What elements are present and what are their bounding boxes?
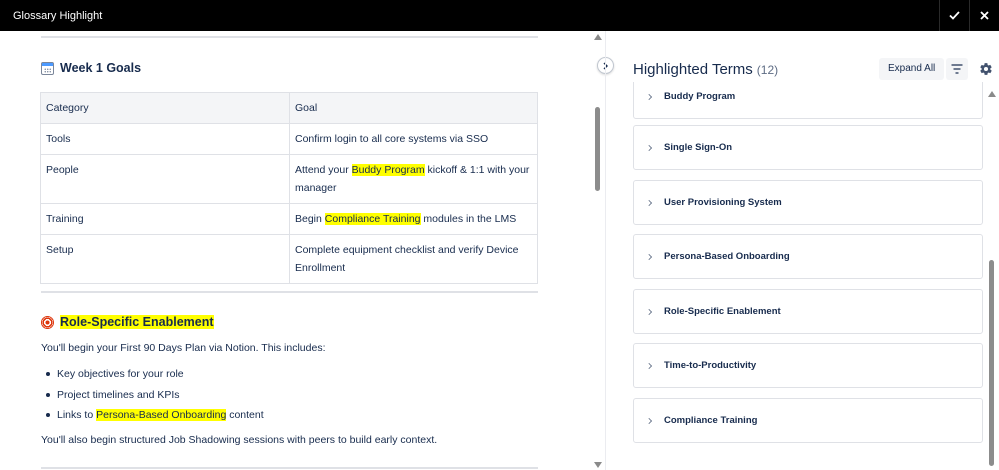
term-item[interactable]: Compliance Training: [633, 398, 983, 443]
term-item[interactable]: Time-to-Productivity: [633, 343, 983, 388]
highlighted-term[interactable]: Persona-Based Onboarding: [96, 409, 227, 421]
term-item[interactable]: Role-Specific Enablement: [633, 289, 983, 334]
term-label: Buddy Program: [664, 91, 736, 102]
check-icon: [949, 11, 960, 20]
list-item: Key objectives for your role: [46, 366, 264, 387]
category-cell: Training: [40, 203, 290, 235]
table-row: Tools Confirm login to all core systems …: [40, 123, 538, 155]
divider: [41, 467, 538, 469]
window-title: Glossary Highlight: [13, 9, 103, 22]
bullet-list: Key objectives for your role Project tim…: [46, 366, 264, 428]
role-intro: You'll begin your First 90 Days Plan via…: [41, 342, 326, 354]
term-item[interactable]: Buddy Program: [633, 82, 983, 119]
goals-table: Category Goal Tools Confirm login to all…: [40, 92, 538, 284]
goal-cell: Confirm login to all core systems via SS…: [289, 123, 538, 155]
bullet-text: Project timelines and KPIs: [57, 388, 180, 401]
filter-icon: [951, 64, 963, 74]
table-row: Training Begin Compliance Training modul…: [40, 203, 538, 235]
expand-all-button[interactable]: Expand All: [879, 58, 945, 80]
category-cell: People: [40, 154, 290, 204]
close-button[interactable]: [969, 0, 999, 31]
highlighted-terms-panel: Highlighted Terms (12) Expand All Buddy P…: [606, 31, 999, 470]
term-label: Persona-Based Onboarding: [664, 251, 790, 262]
scrollbar-thumb[interactable]: [989, 260, 994, 466]
term-label: Single Sign-On: [664, 142, 733, 153]
list-item: Project timelines and KPIs: [46, 387, 264, 408]
table-header-row: Category Goal: [40, 92, 538, 124]
bullet-text: Links to: [57, 409, 97, 421]
target-icon: [41, 315, 54, 329]
term-list[interactable]: Buddy Program Single Sign-On User Provis…: [633, 82, 983, 470]
chevron-right-icon: [646, 362, 652, 369]
role-heading: Role-Specific Enablement: [41, 315, 214, 329]
panel-scrollbar[interactable]: [987, 88, 997, 470]
goal-text: Attend your: [295, 164, 352, 176]
title-bar: Glossary Highlight: [0, 0, 999, 31]
term-item[interactable]: User Provisioning System: [633, 180, 983, 225]
goal-cell: Complete equipment checklist and verify …: [289, 234, 538, 284]
closing-paragraph: You'll also begin structured Job Shadowi…: [41, 434, 438, 446]
list-item: Links to Persona-Based Onboarding conten…: [46, 407, 264, 428]
divider: [41, 36, 538, 38]
document-area[interactable]: Week 1 Goals Category Goal Tools Confirm…: [0, 31, 592, 470]
chevron-right-icon: [646, 144, 652, 151]
goal-cell: Begin Compliance Training modules in the…: [289, 203, 538, 235]
chevron-right-icon: [646, 308, 652, 315]
term-count: (12): [756, 63, 779, 77]
confirm-button[interactable]: [939, 0, 969, 31]
goal-text: Confirm login to all core systems via SS…: [295, 133, 489, 145]
scroll-up-arrow-icon[interactable]: [594, 34, 602, 40]
bullet-text: Key objectives for your role: [57, 368, 184, 380]
panel-title-text: Highlighted Terms: [633, 61, 753, 78]
term-label: Time-to-Productivity: [664, 360, 757, 371]
column-header-category: Category: [40, 92, 290, 124]
chevron-right-icon: [646, 417, 652, 424]
table-row: People Attend your Buddy Program kickoff…: [40, 154, 538, 204]
role-heading-text[interactable]: Role-Specific Enablement: [60, 315, 214, 329]
goal-text: modules in the LMS: [420, 213, 517, 225]
filter-button[interactable]: [946, 58, 968, 80]
column-header-goal: Goal: [289, 92, 538, 124]
category-cell: Tools: [40, 123, 290, 155]
highlighted-term[interactable]: Buddy Program: [351, 164, 425, 176]
term-label: Role-Specific Enablement: [664, 306, 781, 317]
scroll-down-arrow-icon[interactable]: [594, 462, 602, 468]
panel-title: Highlighted Terms (12): [633, 61, 778, 78]
table-row: Setup Complete equipment checklist and v…: [40, 234, 538, 284]
scrollbar-thumb[interactable]: [595, 107, 600, 191]
chevron-right-icon: [646, 93, 652, 100]
bullet-text: content: [226, 409, 264, 421]
term-label: User Provisioning System: [664, 197, 782, 208]
scroll-up-arrow-icon[interactable]: [988, 91, 996, 97]
goal-cell: Attend your Buddy Program kickoff & 1:1 …: [289, 154, 538, 204]
highlighted-term[interactable]: Compliance Training: [324, 213, 421, 225]
category-cell: Setup: [40, 234, 290, 284]
divider: [41, 291, 538, 293]
term-label: Compliance Training: [664, 415, 758, 426]
goal-text: Begin: [295, 213, 325, 225]
chevron-right-icon: [646, 199, 652, 206]
term-item[interactable]: Single Sign-On: [633, 125, 983, 170]
chevron-right-icon: [646, 253, 652, 260]
goals-heading-text: Week 1 Goals: [60, 61, 142, 75]
goal-text: Complete equipment checklist and verify …: [295, 244, 519, 274]
gear-icon: [980, 63, 992, 75]
goals-heading: Week 1 Goals: [41, 61, 141, 75]
calendar-icon: [41, 61, 54, 75]
settings-button[interactable]: [975, 58, 997, 80]
document-scrollbar[interactable]: [593, 31, 603, 470]
term-item[interactable]: Persona-Based Onboarding: [633, 234, 983, 279]
close-icon: [980, 11, 989, 20]
